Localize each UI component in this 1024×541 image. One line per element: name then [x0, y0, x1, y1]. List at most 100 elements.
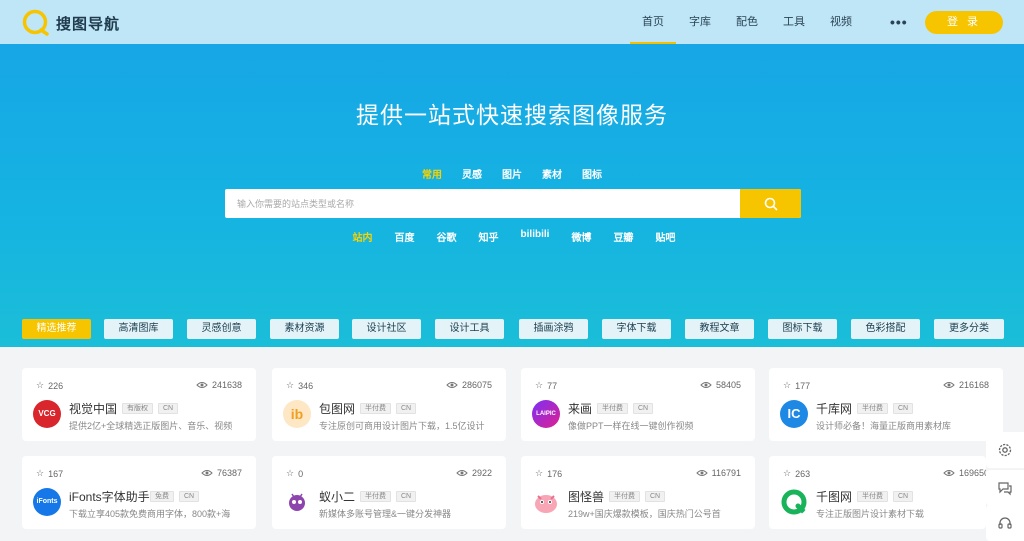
- nav-videos[interactable]: 视频: [818, 0, 864, 44]
- engine-onsite[interactable]: 站内: [353, 229, 373, 244]
- view-count: 58405: [715, 380, 741, 390]
- star-count: 346: [298, 380, 314, 391]
- logo-text: 搜图导航: [56, 15, 121, 33]
- category-design-community[interactable]: 设计社区: [352, 319, 421, 339]
- baotu-logo-icon: ib: [283, 400, 311, 428]
- star-count: 77: [547, 380, 558, 391]
- eye-icon: [196, 382, 208, 388]
- feedback-button[interactable]: [986, 470, 1024, 506]
- vcg-logo-icon: VCG: [33, 400, 61, 428]
- site-description: 下载立享405款免费商用字体，800款+海: [69, 509, 231, 519]
- star-icon: ☆: [535, 380, 544, 390]
- category-inspiration[interactable]: 灵感创意: [187, 319, 256, 339]
- region-tag: CN: [396, 491, 417, 502]
- headset-icon: [998, 517, 1012, 529]
- tab-inspiration[interactable]: 灵感: [462, 166, 482, 181]
- search-icon: [764, 197, 777, 210]
- category-fonts[interactable]: 字体下载: [602, 319, 671, 339]
- settings-icon: [998, 443, 1012, 457]
- tag-list: 半付费 CN: [360, 403, 421, 414]
- region-tag: CN: [893, 403, 914, 414]
- category-icons[interactable]: 图标下载: [768, 319, 837, 339]
- more-menu-icon[interactable]: •••: [890, 14, 908, 30]
- star-icon: ☆: [783, 380, 792, 390]
- settings-button[interactable]: [986, 432, 1024, 468]
- star-count: 167: [48, 468, 64, 479]
- site-name: 包图网: [319, 402, 356, 416]
- hero-banner: 提供一站式快速搜索图像服务 常用 灵感 图片 素材 图标 站内 百度 谷歌 知乎…: [0, 44, 1024, 347]
- site-card[interactable]: ☆ 0 2922 蚁小二 半付费 CN 新媒体多账号管理&一键分发神器: [272, 456, 506, 529]
- category-more[interactable]: 更多分类: [934, 319, 1004, 339]
- engine-baidu[interactable]: 百度: [395, 229, 415, 244]
- site-description: 提供2亿+全球精选正版图片、音乐、视频: [69, 421, 233, 431]
- category-featured[interactable]: 精选推荐: [22, 319, 91, 339]
- tuguaishou-logo-icon: [532, 488, 560, 516]
- customer-service-button[interactable]: [986, 505, 1024, 541]
- nav-tools[interactable]: 工具: [771, 0, 817, 44]
- site-card[interactable]: ☆ 167 76387 iFonts iFonts字体助手 免费 CN 下载立享40…: [22, 456, 256, 529]
- tab-common[interactable]: 常用: [422, 166, 442, 181]
- engine-weibo[interactable]: 微博: [571, 229, 591, 244]
- star-icon: ☆: [783, 468, 792, 478]
- license-tag: 有版权: [122, 403, 153, 414]
- view-count: 286075: [461, 380, 492, 390]
- eye-icon: [700, 382, 712, 388]
- tag-list: 半付费 CN: [597, 403, 658, 414]
- nav-home[interactable]: 首页: [630, 0, 676, 44]
- tag-list: 半付费 CN: [857, 491, 918, 502]
- tag-list: 半付费 CN: [360, 491, 421, 502]
- nav-colors[interactable]: 配色: [724, 0, 770, 44]
- search-button[interactable]: [740, 189, 801, 218]
- engine-bilibili[interactable]: bilibili: [521, 229, 550, 244]
- license-tag: 半付费: [597, 403, 628, 414]
- site-name: 千图网: [816, 490, 853, 504]
- region-tag: CN: [633, 403, 654, 414]
- category-hd-images[interactable]: 高清图库: [104, 319, 173, 339]
- main-nav: 首页 字库 配色 工具 视频: [630, 0, 865, 44]
- qianku-logo-icon: IC: [780, 400, 808, 428]
- category-colors[interactable]: 色彩搭配: [851, 319, 920, 339]
- category-design-tools[interactable]: 设计工具: [435, 319, 504, 339]
- qiantu-logo-icon: [780, 488, 808, 516]
- star-icon: ☆: [36, 380, 45, 390]
- login-button[interactable]: 登 录: [925, 11, 1003, 34]
- site-card[interactable]: ☆ 346 286075 ib 包图网 半付费 CN 专注原创可商用设计图片下载，1…: [272, 368, 506, 441]
- site-card[interactable]: ☆ 176 116791 图怪兽 半付费 CN 219w+国庆爆款模板，国庆热门公号…: [521, 456, 755, 529]
- region-tag: CN: [645, 491, 666, 502]
- eye-icon: [943, 470, 955, 476]
- view-count: 2922: [471, 468, 492, 478]
- tag-list: 半付费 CN: [857, 403, 918, 414]
- tab-images[interactable]: 图片: [502, 166, 522, 181]
- nav-fonts[interactable]: 字库: [677, 0, 723, 44]
- category-resources[interactable]: 素材资源: [270, 319, 339, 339]
- logo-ring-icon: [22, 9, 50, 37]
- site-card[interactable]: ☆ 177 216168 IC 千库网 半付费 CN 设计师必备！海量正版商用素材库: [769, 368, 1003, 441]
- star-count: 263: [795, 468, 811, 479]
- site-description: 专注正版图片设计素材下载: [816, 509, 925, 519]
- search-input[interactable]: [225, 189, 740, 218]
- site-name: iFonts字体助手: [69, 490, 150, 504]
- hero-title: 提供一站式快速搜索图像服务: [356, 102, 668, 128]
- site-logo[interactable]: 搜图导航: [22, 9, 120, 37]
- category-illustration[interactable]: 插画涂鸦: [519, 319, 588, 339]
- tab-icons[interactable]: 图标: [582, 166, 602, 181]
- engine-zhihu[interactable]: 知乎: [479, 229, 499, 244]
- site-name: 千库网: [816, 402, 853, 416]
- license-tag: 半付费: [857, 403, 888, 414]
- star-count: 177: [795, 380, 811, 391]
- region-tag: CN: [158, 403, 179, 414]
- region-tag: CN: [396, 403, 417, 414]
- view-count: 241638: [211, 380, 242, 390]
- engine-google[interactable]: 谷歌: [437, 229, 457, 244]
- category-tutorials[interactable]: 教程文章: [685, 319, 754, 339]
- site-name: 图怪兽: [568, 490, 605, 504]
- site-card[interactable]: ☆ 226 241638 VCG 视觉中国 有版权 CN 提供2亿+全球精选正版图片…: [22, 368, 256, 441]
- site-name: 视觉中国: [69, 402, 118, 416]
- eye-icon: [446, 382, 458, 388]
- engine-tieba[interactable]: 贴吧: [655, 229, 675, 244]
- site-card[interactable]: ☆ 77 58405 LAIPIC 来画 半付费 CN 像做PPT一样在线一键创作视…: [521, 368, 755, 441]
- license-tag: 半付费: [857, 491, 888, 502]
- site-card[interactable]: ☆ 263 169650 千图网 半付费 CN 专注正版图片设计素材下载: [769, 456, 986, 529]
- engine-douban[interactable]: 豆瓣: [613, 229, 633, 244]
- tab-materials[interactable]: 素材: [542, 166, 562, 181]
